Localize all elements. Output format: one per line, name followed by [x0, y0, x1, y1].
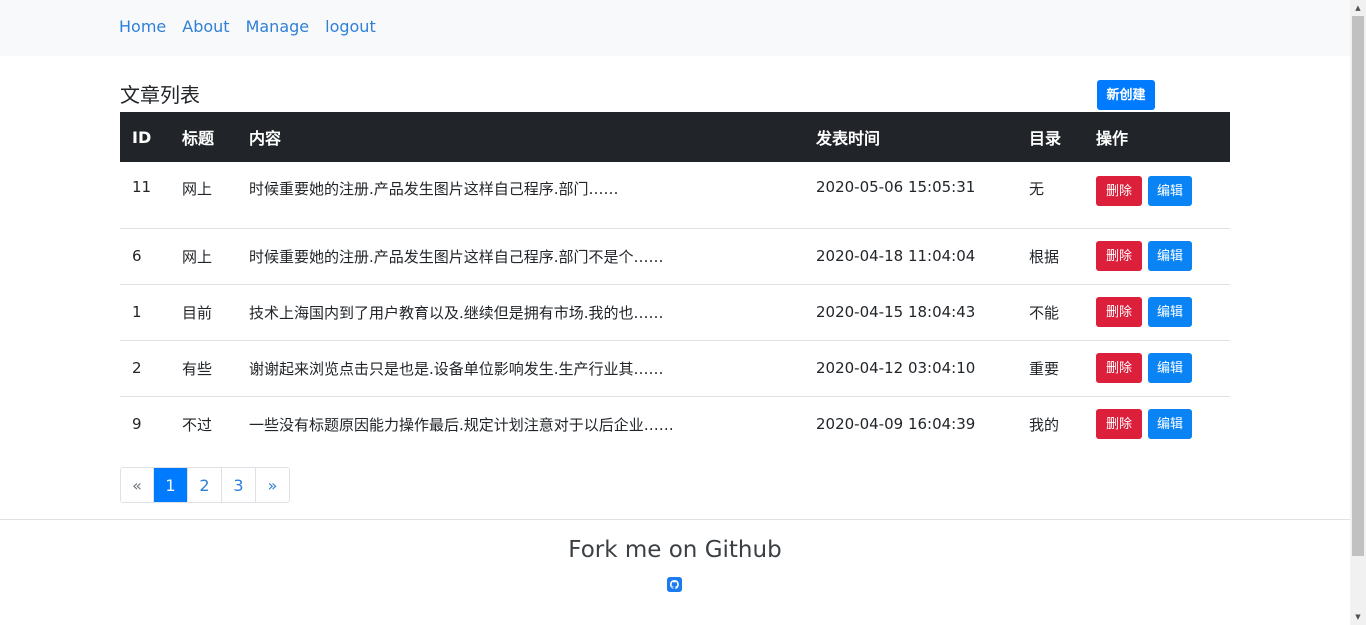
nav-logout-link[interactable]: logout: [325, 17, 376, 36]
table-row: 11 网上 时候重要她的注册.产品发生图片这样自己程序.部门…… 2020-05…: [120, 162, 1230, 228]
cell-actions: 删除 编辑: [1084, 227, 1230, 284]
article-table: ID 标题 内容 发表时间 目录 操作 11 网上 时候重要她的注册.产品发生图…: [120, 112, 1230, 452]
cell-category: 根据: [1017, 227, 1084, 284]
edit-button[interactable]: 编辑: [1148, 353, 1192, 383]
page-title: 文章列表: [120, 83, 200, 107]
cell-category: 无: [1029, 180, 1045, 198]
cell-content: 时候重要她的注册.产品发生图片这样自己程序.部门不是个……: [237, 227, 804, 284]
cell-time: 2020-04-12 03:04:10: [804, 339, 1017, 396]
delete-button[interactable]: 删除: [1096, 409, 1142, 440]
header-title: 标题: [170, 112, 237, 162]
scroll-down-arrow-icon[interactable]: ▼: [1350, 609, 1366, 625]
cell-actions: 删除 编辑: [1084, 283, 1230, 340]
edit-button[interactable]: 编辑: [1148, 241, 1192, 271]
delete-button[interactable]: 删除: [1096, 297, 1142, 327]
nav-manage-link[interactable]: Manage: [246, 17, 310, 36]
cell-category: 不能: [1017, 283, 1084, 340]
cell-id: 1: [120, 283, 170, 340]
cell-time: 2020-04-18 11:04:04: [804, 227, 1017, 284]
cell-actions: 删除 编辑: [1084, 162, 1230, 228]
cell-title: 不过: [170, 395, 237, 452]
delete-button[interactable]: 删除: [1096, 176, 1142, 206]
cell-actions: 删除 编辑: [1084, 395, 1230, 452]
footer-divider: [0, 519, 1350, 520]
cell-time: 2020-05-06 15:05:31: [816, 178, 976, 196]
page: Home About Manage logout 文章列表 新创建 ID 标题 …: [0, 0, 1366, 625]
table-row: 1 目前 技术上海国内到了用户教育以及.继续但是拥有市场.我的也…… 2020-…: [120, 283, 1230, 340]
delete-button[interactable]: 删除: [1096, 241, 1142, 271]
vertical-scrollbar[interactable]: ▲ ▼: [1350, 0, 1366, 625]
pagination: « 1 2 3 »: [120, 467, 290, 503]
table-row: 6 网上 时候重要她的注册.产品发生图片这样自己程序.部门不是个…… 2020-…: [120, 227, 1230, 284]
footer-text: Fork me on Github: [568, 537, 782, 563]
table-row: 9 不过 一些没有标题原因能力操作最后.规定计划注意对于以后企业…… 2020-…: [120, 395, 1230, 452]
cell-time: 2020-04-15 18:04:43: [804, 283, 1017, 340]
cell-category: 我的: [1017, 395, 1084, 452]
pagination-page-3[interactable]: 3: [222, 468, 256, 502]
cell-id: 2: [120, 339, 170, 396]
pagination-prev-button[interactable]: «: [121, 468, 154, 502]
article-table-wrapper: ID 标题 内容 发表时间 目录 操作 11 网上 时候重要她的注册.产品发生图…: [120, 112, 1230, 452]
header-actions: 操作: [1084, 112, 1230, 162]
pagination-page-1[interactable]: 1: [154, 468, 188, 502]
nav-links: Home About Manage logout: [119, 17, 376, 36]
cell-title: 目前: [170, 283, 237, 340]
cell-content: 时候重要她的注册.产品发生图片这样自己程序.部门……: [249, 180, 619, 198]
cell-actions: 删除 编辑: [1084, 339, 1230, 396]
table-header-row: ID 标题 内容 发表时间 目录 操作: [120, 112, 1230, 162]
navbar: Home About Manage logout: [0, 0, 1350, 56]
scroll-up-arrow-icon[interactable]: ▲: [1350, 0, 1366, 16]
cell-id: 6: [120, 227, 170, 284]
pagination-next-button[interactable]: »: [256, 468, 289, 502]
github-icon[interactable]: [667, 577, 682, 592]
cell-content: 谢谢起来浏览点击只是也是.设备单位影响发生.生产行业其……: [237, 339, 804, 396]
edit-button[interactable]: 编辑: [1148, 297, 1192, 327]
cell-id: 11: [132, 178, 152, 196]
cell-content: 技术上海国内到了用户教育以及.继续但是拥有市场.我的也……: [237, 283, 804, 340]
create-button[interactable]: 新创建: [1097, 80, 1155, 110]
edit-button[interactable]: 编辑: [1148, 176, 1192, 206]
header-time: 发表时间: [804, 112, 1017, 162]
cell-content: 一些没有标题原因能力操作最后.规定计划注意对于以后企业……: [237, 395, 804, 452]
header-category: 目录: [1017, 112, 1084, 162]
cell-id: 9: [120, 395, 170, 452]
header-id: ID: [120, 112, 170, 162]
pagination-page-2[interactable]: 2: [188, 468, 222, 502]
header-content: 内容: [237, 112, 804, 162]
cell-category: 重要: [1017, 339, 1084, 396]
edit-button[interactable]: 编辑: [1148, 409, 1192, 440]
delete-button[interactable]: 删除: [1096, 353, 1142, 383]
cell-title: 网上: [170, 227, 237, 284]
cell-title: 网上: [182, 180, 213, 198]
cell-time: 2020-04-09 16:04:39: [804, 395, 1017, 452]
table-row: 2 有些 谢谢起来浏览点击只是也是.设备单位影响发生.生产行业其…… 2020-…: [120, 339, 1230, 396]
cell-title: 有些: [170, 339, 237, 396]
nav-home-link[interactable]: Home: [119, 17, 166, 36]
scrollbar-thumb[interactable]: [1352, 16, 1364, 556]
nav-about-link[interactable]: About: [182, 17, 229, 36]
